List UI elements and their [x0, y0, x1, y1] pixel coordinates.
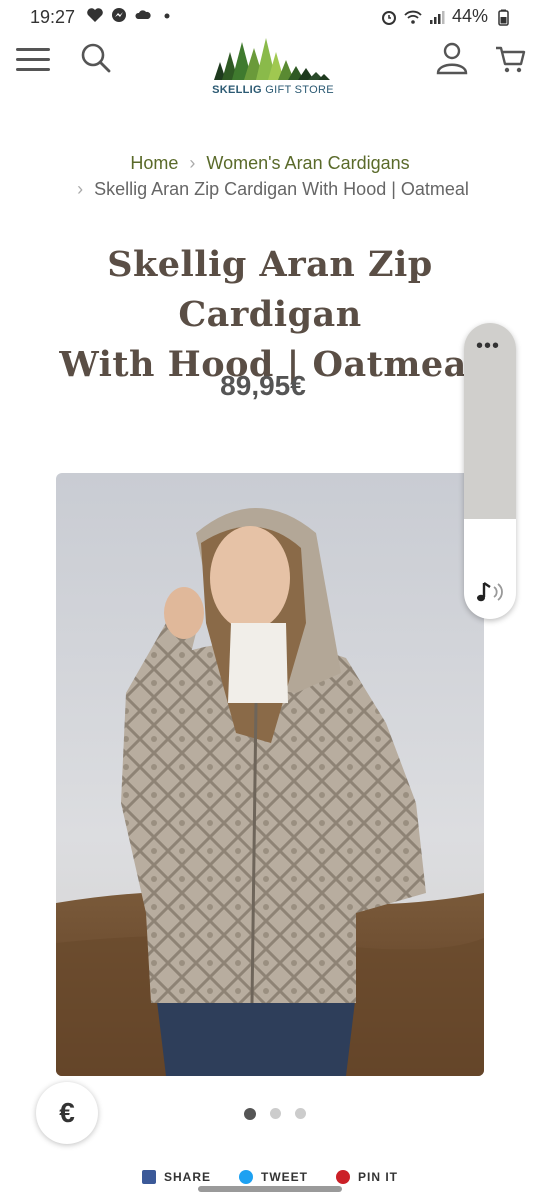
product-title: Skellig Aran Zip Cardigan With Hood | Oa…	[20, 240, 520, 390]
logo-sub: GIFT STORE	[265, 84, 334, 96]
side-media-widget[interactable]: •••	[464, 323, 516, 619]
facebook-icon	[141, 1170, 156, 1184]
status-right: 44%	[380, 6, 512, 27]
more-options-icon[interactable]: •••	[476, 336, 500, 356]
messenger-icon	[112, 8, 126, 22]
share-twitter-button[interactable]: TWEET	[239, 1168, 308, 1186]
pin-label: PIN IT	[358, 1170, 399, 1184]
site-header: SKELLIG GIFT STORE	[0, 34, 540, 110]
product-image[interactable]	[56, 473, 484, 1076]
dot-icon	[164, 13, 170, 19]
menu-icon	[16, 48, 50, 51]
status-bar: 19:27 44%	[0, 0, 540, 34]
chevron-right-icon: ›	[77, 179, 84, 199]
product-title-line-1: Skellig Aran Zip Cardigan	[107, 244, 433, 335]
cart-icon[interactable]	[494, 42, 528, 76]
menu-icon-bar	[16, 58, 50, 61]
breadcrumb-category[interactable]: Women's Aran Cardigans	[206, 153, 409, 173]
share-pinterest-button[interactable]: PIN IT	[336, 1168, 398, 1186]
battery-percent: 44%	[451, 6, 488, 26]
logo-graphic	[214, 38, 330, 80]
pinterest-icon	[336, 1170, 350, 1184]
chevron-right-icon: ›	[189, 153, 196, 173]
breadcrumb-current: Skellig Aran Zip Cardigan With Hood | Oa…	[94, 179, 469, 199]
alarm-icon	[381, 10, 396, 25]
share-label: SHARE	[163, 1170, 211, 1184]
search-icon[interactable]	[78, 40, 114, 76]
share-facebook-button[interactable]: SHARE	[141, 1168, 211, 1186]
carousel-dot[interactable]	[244, 1108, 256, 1120]
logo-text: SKELLIG GIFT STORE	[210, 84, 336, 96]
account-icon[interactable]	[434, 40, 470, 76]
breadcrumb-line-2: › Skellig Aran Zip Cardigan With Hood | …	[0, 176, 540, 202]
product-price: 89,95€	[220, 370, 306, 401]
menu-icon-bar	[16, 68, 50, 71]
cloud-icon	[135, 10, 151, 19]
breadcrumb-line-1: Home › Women's Aran Cardigans	[0, 150, 540, 176]
battery-icon	[498, 9, 509, 26]
signal-icon	[429, 10, 445, 24]
carousel-dot[interactable]	[295, 1108, 306, 1119]
share-row: SHARE TWEET PIN IT	[0, 1168, 540, 1186]
wifi-icon	[404, 10, 422, 24]
logo-brand: SKELLIG	[212, 84, 262, 96]
home-indicator[interactable]	[198, 1186, 342, 1192]
status-time: 19:27	[30, 7, 76, 27]
status-left-icons	[86, 6, 176, 24]
heart-icon	[87, 8, 103, 22]
breadcrumb-home[interactable]: Home	[130, 153, 178, 173]
store-logo[interactable]: SKELLIG GIFT STORE	[210, 34, 336, 104]
sound-icon[interactable]	[474, 579, 508, 605]
breadcrumb: Home › Women's Aran Cardigans › Skellig …	[0, 150, 540, 202]
product-photo	[56, 473, 484, 1076]
tweet-label: TWEET	[261, 1170, 308, 1184]
carousel-dot[interactable]	[270, 1108, 281, 1119]
menu-button[interactable]	[14, 44, 52, 74]
carousel-dots	[0, 1108, 540, 1120]
twitter-icon	[239, 1170, 253, 1184]
